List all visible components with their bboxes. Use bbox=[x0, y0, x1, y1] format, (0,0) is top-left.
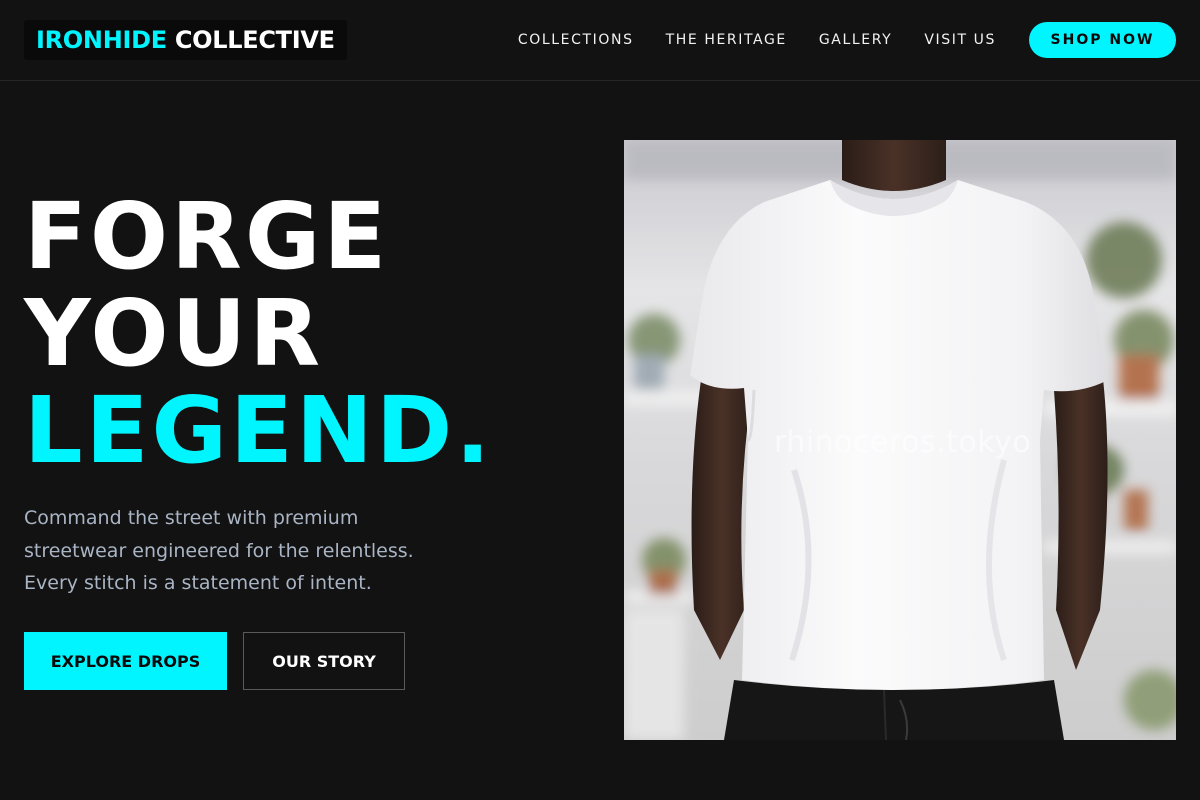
shop-now-button[interactable]: SHOP NOW bbox=[1029, 22, 1176, 58]
explore-drops-button[interactable]: EXPLORE DROPS bbox=[24, 632, 227, 690]
headline-line-your: YOUR bbox=[24, 280, 324, 387]
headline-line-forge: FORGE bbox=[24, 183, 390, 290]
headline-line-legend: LEGEND. bbox=[24, 377, 494, 484]
main-nav: COLLECTIONS THE HERITAGE GALLERY VISIT U… bbox=[486, 0, 996, 80]
nav-link-gallery[interactable]: GALLERY bbox=[819, 32, 892, 48]
our-story-button[interactable]: OUR STORY bbox=[243, 632, 405, 690]
brand-logo[interactable]: IRONHIDE COLLECTIVE bbox=[24, 20, 347, 60]
nav-link-collections[interactable]: COLLECTIONS bbox=[518, 32, 634, 48]
nav-link-visit-us[interactable]: VISIT US bbox=[924, 32, 996, 48]
site-header: IRONHIDE COLLECTIVE COLLECTIONS THE HERI… bbox=[0, 0, 1200, 81]
hero-subtitle: Command the street with premium streetwe… bbox=[24, 507, 414, 594]
brand-name-rest: COLLECTIVE bbox=[174, 26, 335, 54]
landing-page: IRONHIDE COLLECTIVE COLLECTIONS THE HERI… bbox=[0, 0, 1200, 800]
nav-link-heritage[interactable]: THE HERITAGE bbox=[666, 32, 787, 48]
hero-product-image: rhinoceros.tokyo bbox=[624, 140, 1176, 740]
hero-headline: FORGE YOUR LEGEND. bbox=[24, 188, 493, 479]
brand-name-accent: IRONHIDE bbox=[36, 26, 167, 54]
image-watermark: rhinoceros.tokyo bbox=[774, 425, 1032, 460]
